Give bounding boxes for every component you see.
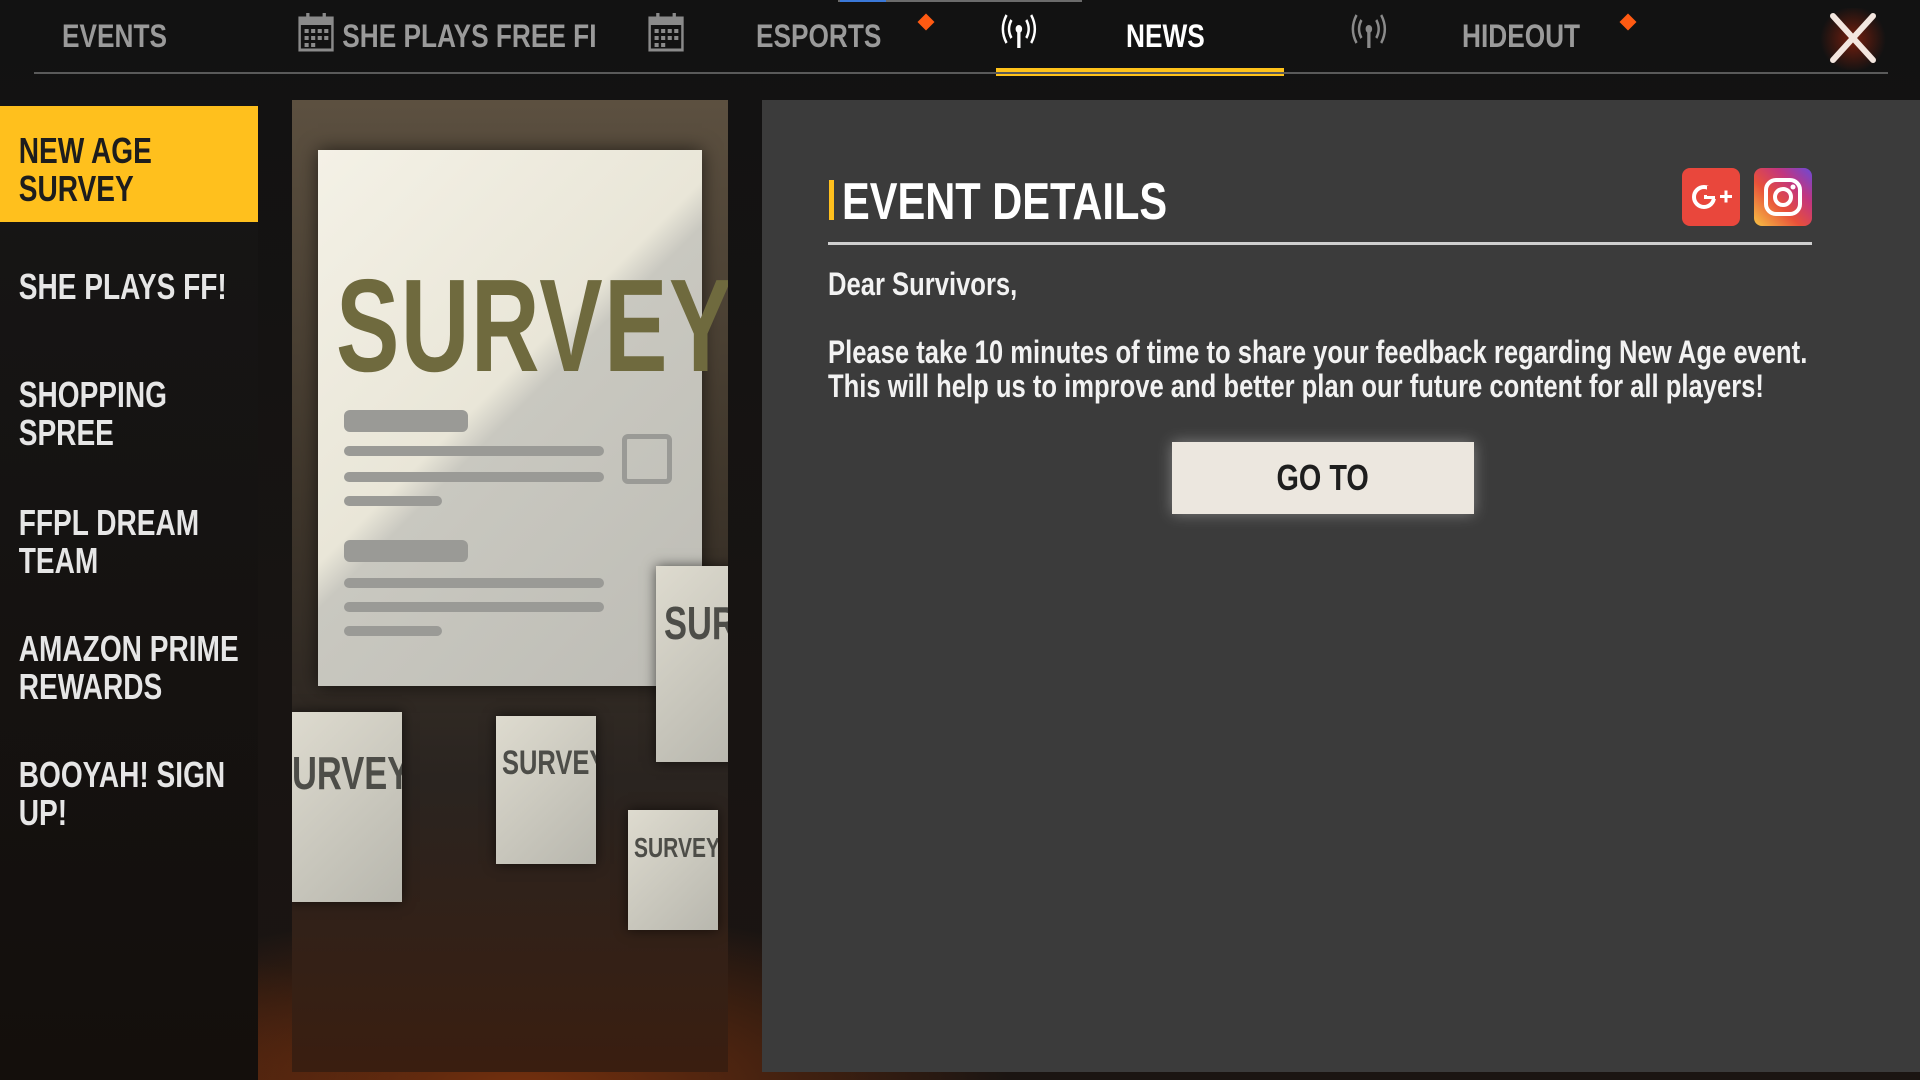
placeholder-line (344, 472, 604, 482)
event-banner-image: SURVEY SUR URVEY SURVEY SURVEY (292, 100, 728, 1072)
mini-poster-text: URVEY (292, 747, 402, 799)
sidebar-item-label: NEW AGE SURVEY (18, 130, 152, 209)
broadcast-icon (1000, 12, 1038, 60)
sidebar-item-label: SHE PLAYS FF! (18, 266, 227, 307)
event-sidebar: NEW AGE SURVEY SHE PLAYS FF! SHOPPING SP… (0, 100, 258, 1080)
tab-label: HIDEOUT (1462, 17, 1581, 54)
close-icon (1830, 13, 1876, 63)
tab-label: SHE PLAYS FREE FI (342, 17, 597, 54)
top-nav: EVENTS SHE PLAYS FREE FI ESPORTS NEWS HI… (0, 0, 1920, 76)
poster-title: SURVEY (336, 252, 728, 399)
calendar-icon (648, 12, 684, 60)
sidebar-item-new-age-survey[interactable]: NEW AGE SURVEY (0, 106, 258, 222)
google-plus-icon (1692, 185, 1732, 209)
mini-poster-text: SUR (664, 597, 728, 649)
sidebar-item-label: AMAZON PRIME REWARDS (18, 628, 239, 707)
tab-label: NEWS (1126, 17, 1205, 54)
sidebar-item-she-plays-ff[interactable]: SHE PLAYS FF! (0, 268, 258, 306)
alert-badge (1619, 13, 1637, 31)
sidebar-item-shopping-spree[interactable]: SHOPPING SPREE (0, 376, 258, 452)
mini-poster: SURVEY (496, 716, 596, 864)
placeholder-line (344, 578, 604, 588)
placeholder-line (344, 626, 442, 636)
panel-title: EVENT DETAILS (842, 173, 1168, 231)
sidebar-item-label: BOOYAH! SIGN UP! (18, 754, 226, 833)
tab-events[interactable]: EVENTS (62, 0, 167, 72)
tab-she-plays-free-fire[interactable]: SHE PLAYS FREE FI (298, 0, 596, 72)
tab-label: EVENTS (62, 17, 167, 54)
title-accent-bar (829, 180, 834, 220)
mini-poster: SUR (656, 566, 728, 762)
sidebar-item-label: FFPL DREAM TEAM (18, 502, 200, 581)
survey-poster: SURVEY (318, 150, 728, 686)
sidebar-item-amazon-prime-rewards[interactable]: AMAZON PRIME REWARDS (0, 630, 258, 706)
tab-news-broadcast[interactable] (1000, 0, 1046, 72)
mini-poster-text: SURVEY (634, 832, 718, 863)
greeting-text: Dear Survivors, (828, 266, 1018, 302)
go-to-button[interactable]: GO TO (1172, 442, 1474, 514)
body-text-line-1: Please take 10 minutes of time to share … (828, 334, 1808, 370)
tab-hideout-broadcast[interactable] (1350, 0, 1396, 72)
event-details-panel: EVENT DETAILS Dear Survivors, Please tak… (762, 100, 1920, 1072)
sidebar-item-booyah-sign-up[interactable]: BOOYAH! SIGN UP! (0, 756, 258, 832)
title-divider (828, 242, 1812, 245)
close-button[interactable] (1818, 8, 1888, 70)
sidebar-item-label: SHOPPING SPREE (18, 374, 167, 453)
mini-poster-text: SURVEY (502, 744, 596, 782)
placeholder-bar (344, 410, 468, 432)
mini-poster: SURVEY (628, 810, 718, 930)
alert-badge (917, 13, 935, 31)
placeholder-checkbox (622, 434, 672, 484)
placeholder-line (344, 602, 604, 612)
placeholder-line (344, 496, 442, 506)
google-plus-share-button[interactable] (1682, 168, 1740, 226)
tab-esports-calendar[interactable] (648, 0, 692, 72)
go-to-button-label: GO TO (1276, 457, 1370, 498)
placeholder-bar (344, 540, 468, 562)
placeholder-line (344, 446, 604, 456)
calendar-icon (298, 12, 334, 60)
tab-hideout[interactable]: HIDEOUT (1462, 0, 1580, 72)
tab-news[interactable]: NEWS (1126, 0, 1205, 72)
instagram-share-button[interactable] (1754, 168, 1812, 226)
instagram-icon (1764, 178, 1802, 216)
tab-label: ESPORTS (756, 17, 882, 54)
mini-poster: URVEY (292, 712, 402, 902)
nav-divider (34, 72, 1888, 74)
tab-esports[interactable]: ESPORTS (756, 0, 881, 72)
broadcast-icon (1350, 12, 1388, 60)
body-text-line-2: This will help us to improve and better … (828, 368, 1764, 404)
sidebar-item-ffpl-dream-team[interactable]: FFPL DREAM TEAM (0, 504, 258, 580)
